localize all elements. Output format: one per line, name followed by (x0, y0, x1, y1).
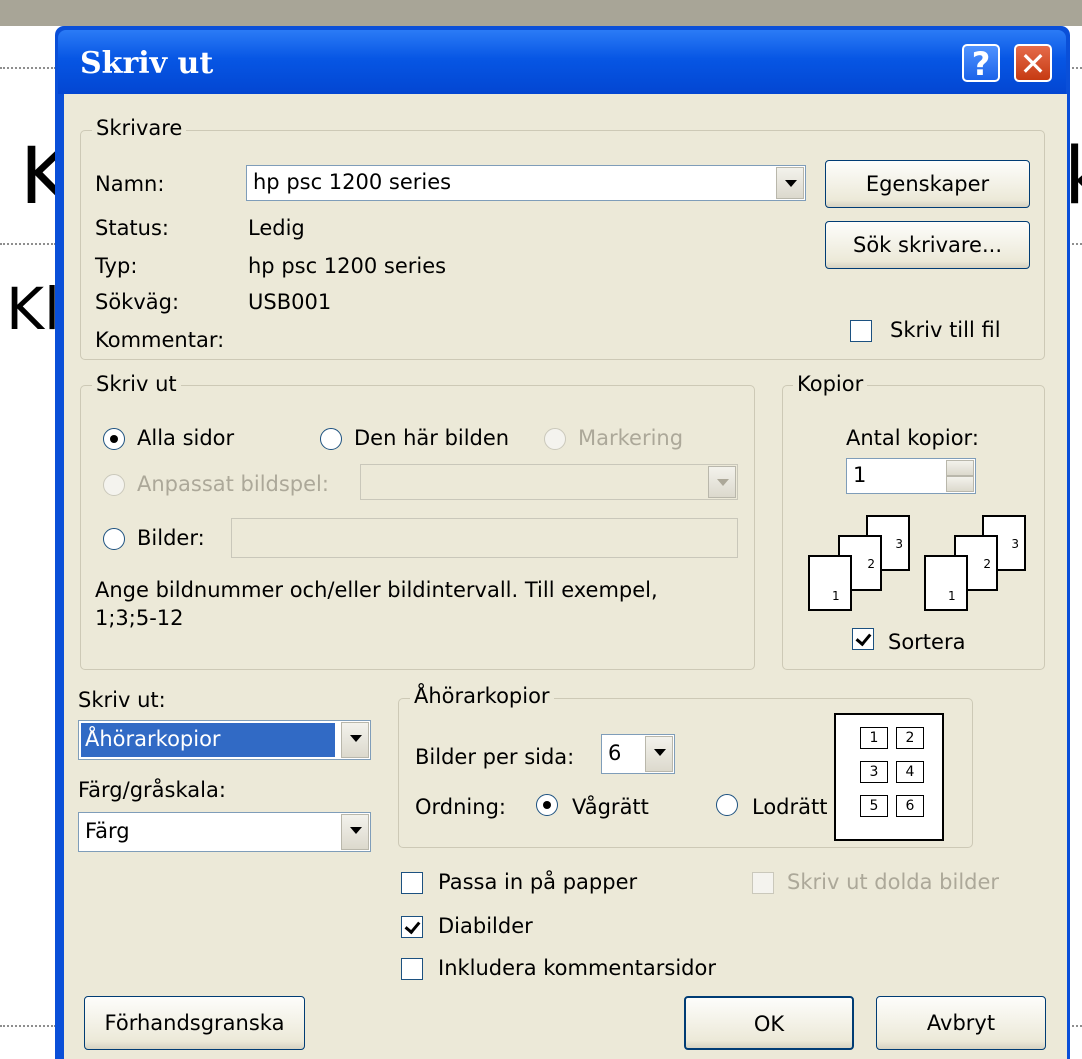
copies-count-spinner[interactable]: 1 (846, 458, 976, 494)
handout-preview: 1 2 3 4 5 6 (834, 713, 944, 841)
print-hidden-checkbox[interactable] (752, 872, 774, 894)
ok-button[interactable]: OK (684, 996, 854, 1050)
chevron-down-icon[interactable] (645, 736, 673, 772)
printer-name-select[interactable]: hp psc 1200 series (246, 165, 806, 201)
per-page-value: 6 (608, 741, 622, 765)
chevron-down-icon[interactable] (341, 814, 369, 850)
per-page-label: Bilder per sida: (415, 745, 575, 769)
color-label: Färg/gråskala: (78, 778, 226, 802)
status-label: Status: (95, 216, 169, 240)
cancel-button[interactable]: Avbryt (876, 996, 1046, 1050)
fit-to-paper-label: Passa in på papper (438, 870, 638, 894)
copies-count-label: Antal kopior: (846, 426, 979, 450)
close-button[interactable]: ✕ (1014, 44, 1052, 82)
dialog-title: Skriv ut (80, 46, 214, 81)
fit-to-paper-checkbox[interactable] (401, 872, 423, 894)
print-what-label: Skriv ut: (78, 688, 166, 712)
print-hidden-label: Skriv ut dolda bilder (787, 870, 1000, 894)
placeholder-border (0, 243, 56, 245)
type-value: hp psc 1200 series (248, 254, 447, 278)
chevron-down-icon[interactable] (708, 466, 736, 498)
copies-group-label: Kopior (793, 372, 868, 396)
frame-slides-checkbox[interactable] (401, 916, 423, 938)
color-select[interactable]: Färg (78, 812, 371, 852)
spin-up-icon[interactable] (946, 460, 974, 476)
printer-name-value: hp psc 1200 series (253, 170, 452, 194)
placeholder-border (1068, 243, 1082, 245)
custom-show-label: Anpassat bildspel: (137, 472, 329, 496)
printer-group-label: Skrivare (92, 116, 187, 140)
print-what-value: Åhörarkopior (85, 727, 221, 751)
selection-label: Markering (578, 426, 684, 450)
range-hint: Ange bildnummer och/eller bildintervall.… (95, 578, 658, 602)
order-vertical-radio[interactable] (716, 794, 738, 816)
custom-show-radio[interactable] (103, 474, 125, 496)
placeholder-border (1068, 67, 1082, 69)
include-comments-checkbox[interactable] (401, 958, 423, 980)
print-to-file-label: Skriv till fil (890, 318, 1001, 342)
order-horizontal-radio[interactable] (536, 794, 558, 816)
help-button[interactable]: ? (962, 44, 1000, 82)
all-slides-radio[interactable] (103, 428, 125, 450)
placeholder-border (0, 67, 56, 69)
chevron-down-icon[interactable] (341, 722, 369, 758)
preview-slide: 5 (860, 795, 888, 817)
collate-label: Sortera (888, 630, 966, 654)
print-range-label: Skriv ut (92, 372, 181, 396)
page-icon: 1 (808, 555, 852, 611)
preview-slide: 3 (860, 761, 888, 783)
printer-name-label: Namn: (95, 172, 165, 196)
order-vertical-label: Lodrätt (752, 795, 828, 819)
slides-input[interactable] (231, 518, 738, 558)
custom-show-select[interactable] (360, 464, 738, 500)
comment-label: Kommentar: (95, 328, 225, 352)
status-value: Ledig (248, 216, 305, 240)
slides-radio[interactable] (103, 528, 125, 550)
find-printer-button[interactable]: Sök skrivare... (825, 221, 1030, 269)
preview-slide: 1 (860, 727, 888, 749)
range-hint-example: 1;3;5-12 (95, 606, 184, 630)
selection-radio[interactable] (544, 428, 566, 450)
app-top-bar (0, 0, 1082, 26)
color-value: Färg (85, 819, 130, 843)
placeholder-border (0, 1025, 56, 1027)
properties-button[interactable]: Egenskaper (825, 160, 1030, 208)
preview-slide: 4 (896, 761, 924, 783)
collate-illustration: 3 2 1 3 2 1 (808, 515, 1028, 620)
copies-count-value: 1 (853, 463, 867, 487)
spin-down-icon[interactable] (946, 476, 974, 492)
print-what-select[interactable]: Åhörarkopior (78, 720, 371, 760)
slides-label: Bilder: (137, 526, 205, 550)
order-horizontal-label: Vågrätt (572, 795, 649, 819)
handouts-group-label: Åhörarkopior (410, 684, 554, 708)
current-slide-radio[interactable] (320, 428, 342, 450)
frame-slides-label: Diabilder (438, 914, 533, 938)
preview-slide: 6 (896, 795, 924, 817)
placeholder-border (1068, 1025, 1082, 1027)
path-label: Sökväg: (95, 290, 180, 314)
order-label: Ordning: (415, 795, 506, 819)
chevron-down-icon[interactable] (776, 167, 804, 199)
per-page-select[interactable]: 6 (601, 734, 675, 774)
preview-button[interactable]: Förhandsgranska (84, 996, 305, 1050)
collate-checkbox[interactable] (852, 628, 874, 650)
page-icon: 1 (924, 555, 968, 611)
current-slide-label: Den här bilden (354, 426, 510, 450)
include-comments-label: Inkludera kommentarsidor (438, 956, 716, 980)
path-value: USB001 (248, 290, 332, 314)
print-to-file-checkbox[interactable] (850, 320, 872, 342)
type-label: Typ: (95, 254, 138, 278)
all-slides-label: Alla sidor (137, 426, 235, 450)
preview-slide: 2 (896, 727, 924, 749)
